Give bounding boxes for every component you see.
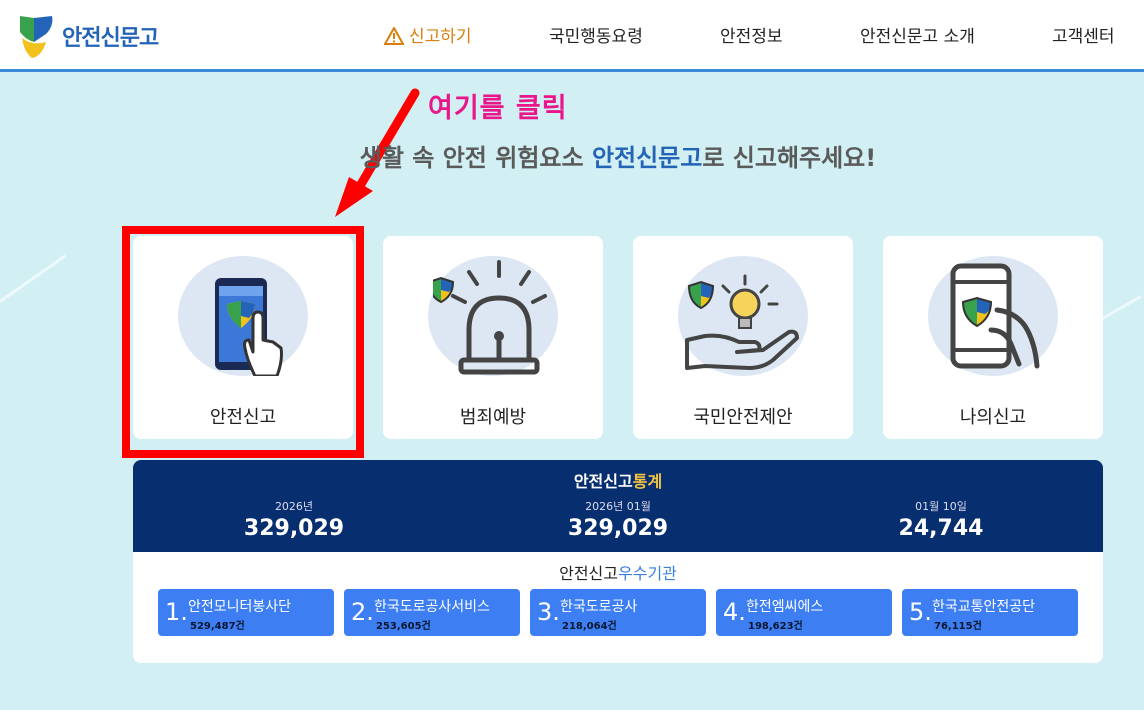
nav-report[interactable]: 신고하기 xyxy=(383,22,472,47)
org-count: 76,115건 xyxy=(934,621,982,632)
org-rank: 4. xyxy=(723,598,746,626)
org-item[interactable]: 1. 안전모니터봉사단 529,487건 xyxy=(158,589,334,636)
org-count: 218,064건 xyxy=(562,621,617,632)
org-count: 253,605건 xyxy=(376,621,431,632)
nav-support[interactable]: 고객센터 xyxy=(1052,22,1115,47)
org-rank: 3. xyxy=(537,598,560,626)
stat-value: 24,744 xyxy=(898,516,984,541)
card-label: 범죄예방 xyxy=(459,407,527,428)
card-safety-proposal[interactable]: 국민안전제안 xyxy=(633,236,853,439)
stat-day: 01월 10일 24,744 xyxy=(821,498,1061,541)
card-label: 국민안전제안 xyxy=(693,407,793,428)
headline-text: 생활 속 안전 위험요소 xyxy=(359,144,592,172)
card-label: 나의신고 xyxy=(959,407,1027,428)
orgs-title-highlight: 우수기관 xyxy=(618,564,677,583)
org-item[interactable]: 3. 한국도로공사 218,064건 xyxy=(530,589,706,636)
org-name: 한국교통안전공단 xyxy=(932,599,1036,615)
stat-label: 2026년 01월 xyxy=(585,500,651,513)
org-name: 한국도로공사서비스 xyxy=(374,599,490,615)
stat-label: 01월 10일 xyxy=(915,500,967,513)
stat-value: 329,029 xyxy=(243,516,345,541)
headline-highlight: 안전신문고 xyxy=(591,144,703,172)
stats-title-text: 안전신고 xyxy=(573,472,633,491)
org-name: 한국도로공사 xyxy=(560,599,638,615)
org-name: 안전모니터봉사단 xyxy=(188,599,292,615)
stats-header: 안전신고통계 2026년 329,029 2026년 01월 329,029 0… xyxy=(133,460,1103,552)
org-item[interactable]: 2. 한국도로공사서비스 253,605건 xyxy=(344,589,520,636)
org-rank: 5. xyxy=(909,598,932,626)
nav-report-label: 신고하기 xyxy=(409,27,472,47)
card-crime-prevention[interactable]: 범죄예방 xyxy=(383,236,603,439)
stats-title: 안전신고통계 xyxy=(133,468,1103,492)
stat-month: 2026년 01월 329,029 xyxy=(498,498,738,541)
stats-panel: 안전신고통계 2026년 329,029 2026년 01월 329,029 0… xyxy=(133,460,1103,663)
site-header: 안전신문고 신고하기 국민행동요령 안전정보 안전신문고 소개 고객센터 xyxy=(0,0,1144,72)
org-item[interactable]: 5. 한국교통안전공단 76,115건 xyxy=(902,589,1078,636)
stat-year: 2026년 329,029 xyxy=(174,498,414,541)
stats-title-highlight: 통계 xyxy=(632,472,663,491)
orgs-title: 안전신고우수기관 xyxy=(133,560,1103,584)
stat-label: 2026년 xyxy=(274,500,314,513)
nav-about[interactable]: 안전신문고 소개 xyxy=(860,22,975,47)
lightbulb-hand-icon xyxy=(685,274,799,370)
page-headline: 생활 속 안전 위험요소 안전신문고로 신고해주세요! xyxy=(0,138,1144,173)
org-count: 529,487건 xyxy=(190,621,245,632)
org-item[interactable]: 4. 한전엠씨에스 198,623건 xyxy=(716,589,892,636)
nav-safety-info[interactable]: 안전정보 xyxy=(720,22,783,47)
background-stripe xyxy=(0,254,67,303)
org-count: 198,623건 xyxy=(748,621,803,632)
main-nav: 신고하기 국민행동요령 안전정보 안전신문고 소개 고객센터 xyxy=(0,22,1144,48)
hand-phone-icon xyxy=(950,263,1040,369)
stat-value: 329,029 xyxy=(567,516,669,541)
org-name: 한전엠씨에스 xyxy=(746,599,824,615)
nav-guidelines[interactable]: 국민행동요령 xyxy=(549,22,643,47)
warning-icon xyxy=(383,25,405,45)
headline-tail: 로 신고해주세요! xyxy=(702,144,877,172)
annotation-label: 여기를 클릭 xyxy=(428,93,568,124)
org-rank: 2. xyxy=(351,598,374,626)
highlight-box xyxy=(122,226,364,458)
card-my-reports[interactable]: 나의신고 xyxy=(883,236,1103,439)
siren-icon xyxy=(433,260,547,375)
org-rank: 1. xyxy=(165,598,188,626)
orgs-title-text: 안전신고 xyxy=(559,564,618,583)
